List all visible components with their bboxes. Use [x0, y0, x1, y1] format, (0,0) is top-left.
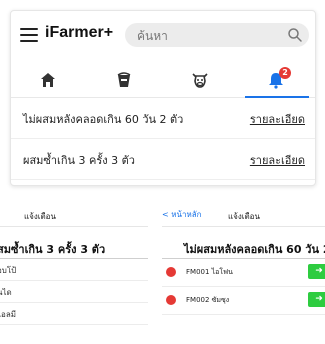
divider: [162, 226, 325, 227]
tab-home[interactable]: [11, 63, 87, 97]
menu-icon[interactable]: [20, 28, 38, 42]
divider: [0, 258, 148, 259]
divider: [162, 258, 325, 259]
cow-code: FM002 ซัมซุง: [186, 296, 230, 304]
notification-row: ไม่ผสมหลังคลอดเกิน 60 วัน 2 ตัว รายละเอี…: [11, 98, 315, 139]
tab-bar: 2: [11, 63, 315, 98]
panel-title: แจ้งเตือน: [228, 212, 260, 221]
list-item[interactable]: นได: [0, 286, 12, 299]
search-icon[interactable]: [287, 27, 303, 43]
tab-cows[interactable]: [163, 63, 239, 97]
tab-notifications[interactable]: 2: [239, 63, 315, 98]
search-placeholder: ค้นหา: [137, 29, 168, 43]
details-link[interactable]: รายละเอียด: [250, 110, 305, 128]
divider: [0, 302, 148, 303]
cow-icon: [192, 73, 208, 88]
tab-feed[interactable]: [87, 63, 163, 97]
main-card: iFarmer+ ค้นหา 2 ไม่ผสมหลังคลอดเกิน 60 ว…: [10, 10, 316, 186]
panel-heading: สมซ้ำเกิน 3 ครั้ง 3 ตัว: [0, 243, 106, 256]
back-button[interactable]: < หน้าหลัก: [162, 208, 202, 221]
list-item[interactable]: อบโป้: [0, 264, 16, 277]
panel-heading: ไม่ผสมหลังคลอดเกิน 60 วัน 2: [184, 243, 325, 256]
divider: [162, 314, 325, 315]
list-item: FM002 ซัมซุง ➜: [162, 290, 325, 312]
search-input[interactable]: ค้นหา: [125, 23, 309, 47]
panel-title: แจ้งเตือน: [24, 212, 56, 221]
divider: [0, 226, 148, 227]
left-detail-panel: แจ้งเตือน สมซ้ำเกิน 3 ครั้ง 3 ตัว อบโป้ …: [0, 200, 148, 344]
alert-dot-icon: [166, 295, 176, 305]
app-title: iFarmer+: [45, 24, 114, 41]
notification-text: ผสมซ้ำเกิน 3 ครั้ง 3 ตัว: [23, 154, 135, 167]
notification-row: ผสมซ้ำเกิน 3 ครั้ง 3 ตัว รายละเอียด: [11, 139, 315, 180]
right-detail-panel: < หน้าหลัก แจ้งเตือน ไม่ผสมหลังคลอดเกิน …: [162, 200, 325, 344]
alert-dot-icon: [166, 267, 176, 277]
go-button[interactable]: ➜: [308, 264, 325, 279]
bucket-icon: [117, 72, 131, 87]
details-link[interactable]: รายละเอียด: [250, 151, 305, 169]
cow-code: FM001 ไอโฟน: [186, 268, 233, 276]
list-item[interactable]: ไอลมี: [0, 308, 16, 321]
notification-text: ไม่ผสมหลังคลอดเกิน 60 วัน 2 ตัว: [23, 113, 184, 126]
divider: [0, 324, 148, 325]
divider: [162, 286, 325, 287]
go-button[interactable]: ➜: [308, 292, 325, 307]
app-header: iFarmer+ ค้นหา: [11, 11, 315, 59]
divider: [0, 280, 148, 281]
notification-badge: 2: [279, 67, 291, 79]
home-icon: [41, 73, 55, 87]
list-item: FM001 ไอโฟน ➜: [162, 262, 325, 284]
